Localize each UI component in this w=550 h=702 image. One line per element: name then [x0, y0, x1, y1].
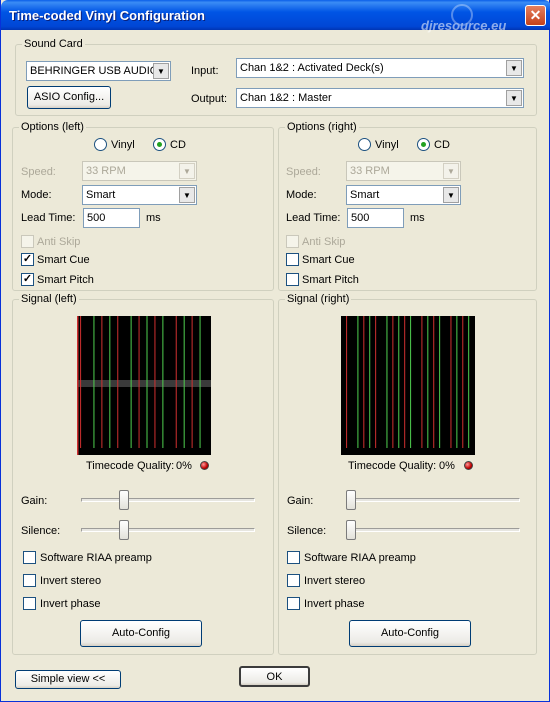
smart-pitch-left-label: Smart Pitch	[37, 274, 94, 286]
smart-cue-left-label: Smart Cue	[37, 254, 90, 266]
lead-time-right-input[interactable]: 500	[347, 208, 404, 228]
silence-left-label: Silence:	[21, 525, 61, 537]
lead-time-left-label: Lead Time:	[21, 212, 76, 224]
auto-config-left-button[interactable]: Auto-Config	[80, 620, 202, 647]
gain-right-slider[interactable]	[346, 490, 356, 510]
gain-left-slider-track[interactable]	[81, 498, 255, 502]
gain-right-label: Gain:	[287, 495, 314, 507]
chevron-down-icon: ▼	[506, 60, 522, 76]
config-window: Time-coded Vinyl Configuration djresourc…	[0, 0, 550, 702]
riaa-left-checkbox[interactable]	[23, 551, 36, 564]
smart-pitch-right-label: Smart Pitch	[302, 274, 359, 286]
silence-right-slider[interactable]	[346, 520, 356, 540]
cd-left-label: CD	[170, 139, 186, 151]
gain-right-slider-track[interactable]	[346, 498, 520, 502]
chevron-down-icon: ▼	[179, 163, 195, 179]
invert-stereo-right-checkbox[interactable]	[287, 574, 300, 587]
watermark-text: djresource.eu	[421, 18, 507, 33]
timecode-quality-right-label: Timecode Quality:	[348, 460, 437, 472]
signal-right-waveform	[346, 316, 470, 448]
silence-left-slider-track[interactable]	[81, 528, 255, 532]
riaa-right-checkbox[interactable]	[287, 551, 300, 564]
output-select[interactable]: Chan 1&2 : Master ▼	[236, 88, 524, 108]
input-select[interactable]: Chan 1&2 : Activated Deck(s) ▼	[236, 58, 524, 78]
invert-stereo-left-label: Invert stereo	[40, 575, 102, 587]
smart-cue-right-checkbox[interactable]	[286, 253, 299, 266]
anti-skip-left-label: Anti Skip	[37, 236, 81, 248]
anti-skip-left-checkbox[interactable]	[21, 235, 34, 248]
mode-left-select[interactable]: Smart ▼	[82, 185, 197, 205]
simple-view-button[interactable]: Simple view <<	[15, 670, 121, 689]
close-button[interactable]: ✕	[525, 5, 546, 26]
speed-right-select[interactable]: 33 RPM ▼	[346, 161, 461, 181]
anti-skip-right-label: Anti Skip	[302, 236, 346, 248]
sound-card-legend: Sound Card	[24, 38, 83, 50]
riaa-right-label: Software RIAA preamp	[304, 552, 416, 564]
silence-right-slider-track[interactable]	[346, 528, 520, 532]
vinyl-right-radio[interactable]	[358, 138, 371, 151]
signal-left-led-icon	[200, 461, 209, 470]
signal-left-legend: Signal (left)	[21, 293, 77, 305]
silence-left-slider[interactable]	[118, 520, 129, 540]
speed-left-select[interactable]: 33 RPM ▼	[82, 161, 197, 181]
window-title: Time-coded Vinyl Configuration	[9, 8, 205, 23]
smart-pitch-right-checkbox[interactable]	[286, 273, 299, 286]
chevron-down-icon: ▼	[443, 187, 459, 203]
vinyl-left-radio[interactable]	[94, 138, 107, 151]
invert-phase-left-label: Invert phase	[40, 598, 101, 610]
invert-phase-left-checkbox[interactable]	[23, 597, 36, 610]
vinyl-left-label: Vinyl	[111, 139, 135, 151]
timecode-quality-right-value: 0%	[439, 460, 455, 472]
lead-time-right-label: Lead Time:	[286, 212, 341, 224]
gain-left-slider[interactable]	[118, 490, 129, 510]
output-label: Output:	[191, 93, 228, 105]
silence-right-label: Silence:	[287, 525, 327, 537]
chevron-down-icon: ▼	[153, 63, 169, 79]
signal-right-led-icon	[464, 461, 473, 470]
chevron-down-icon: ▼	[443, 163, 459, 179]
anti-skip-right-checkbox[interactable]	[286, 235, 299, 248]
gain-left-label: Gain:	[21, 495, 48, 507]
mode-left-label: Mode:	[21, 189, 52, 201]
lead-time-right-unit: ms	[410, 212, 425, 224]
invert-phase-right-label: Invert phase	[304, 598, 365, 610]
options-left-legend: Options (left)	[21, 121, 84, 133]
cd-right-radio[interactable]	[417, 138, 430, 151]
title-bar[interactable]: Time-coded Vinyl Configuration djresourc…	[1, 0, 550, 33]
cd-left-radio[interactable]	[153, 138, 166, 151]
speed-right-label: Speed:	[286, 166, 321, 178]
chevron-down-icon: ▼	[179, 187, 195, 203]
options-right-legend: Options (right)	[287, 121, 357, 133]
scope-band	[77, 380, 211, 387]
timecode-quality-left-value: 0%	[176, 460, 192, 472]
smart-cue-right-label: Smart Cue	[302, 254, 355, 266]
smart-cue-left-checkbox[interactable]: ✓	[21, 253, 34, 266]
invert-phase-right-checkbox[interactable]	[287, 597, 300, 610]
watermark-logo: djresource.eu	[421, 4, 523, 33]
auto-config-right-button[interactable]: Auto-Config	[349, 620, 471, 647]
input-label: Input:	[191, 65, 219, 77]
invert-stereo-left-checkbox[interactable]	[23, 574, 36, 587]
signal-left-scope	[77, 316, 211, 455]
chevron-down-icon: ▼	[506, 90, 522, 106]
mode-right-label: Mode:	[286, 189, 317, 201]
riaa-left-label: Software RIAA preamp	[40, 552, 152, 564]
sound-card-device-select[interactable]: BEHRINGER USB AUDIO ▼	[26, 61, 171, 81]
invert-stereo-right-label: Invert stereo	[304, 575, 366, 587]
speed-left-label: Speed:	[21, 166, 56, 178]
signal-right-legend: Signal (right)	[287, 293, 350, 305]
lead-time-left-unit: ms	[146, 212, 161, 224]
asio-config-button[interactable]: ASIO Config...	[27, 86, 111, 109]
smart-pitch-left-checkbox[interactable]: ✓	[21, 273, 34, 286]
vinyl-right-label: Vinyl	[375, 139, 399, 151]
lead-time-left-input[interactable]: 500	[83, 208, 140, 228]
signal-left-waveform	[77, 316, 211, 455]
timecode-quality-left-label: Timecode Quality:	[86, 460, 175, 472]
signal-right-scope	[341, 316, 475, 455]
cd-right-label: CD	[434, 139, 450, 151]
ok-button[interactable]: OK	[239, 666, 310, 687]
mode-right-select[interactable]: Smart ▼	[346, 185, 461, 205]
